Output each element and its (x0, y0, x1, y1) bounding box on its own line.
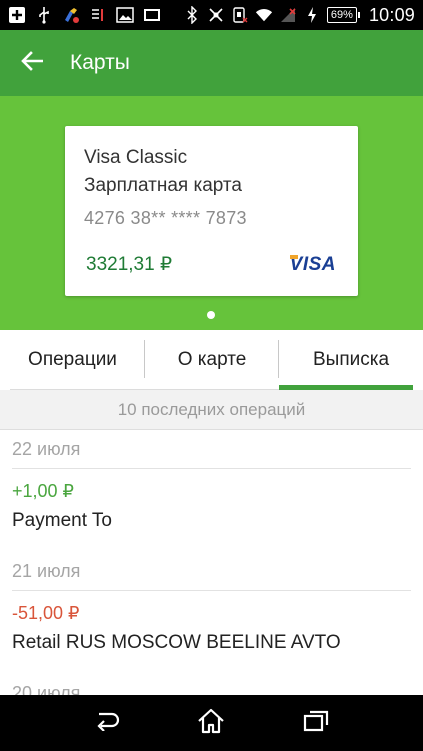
list-item[interactable]: -51,00 ₽ Retail RUS MOSCOW BEELINE AVTO (0, 591, 423, 674)
tab-statement[interactable]: Выписка (279, 330, 423, 390)
page-indicator-dot (207, 311, 215, 319)
card-number: 4276 38** **** 7873 (84, 208, 247, 228)
usb-icon (35, 6, 53, 24)
bluetooth-icon (183, 6, 201, 24)
nfc-icon (231, 6, 249, 24)
tab-operations[interactable]: Операции (0, 330, 145, 390)
tab-about-card[interactable]: О карте (145, 330, 279, 390)
charging-icon (303, 6, 321, 24)
tab-label: Выписка (312, 349, 390, 370)
tab-label: Операции (28, 349, 117, 370)
recent-apps-button[interactable] (291, 698, 341, 748)
screen-icon (143, 6, 161, 24)
arrow-left-icon (21, 50, 44, 76)
signal-off-icon (279, 6, 297, 24)
tab-bar: Операции О карте Выписка (0, 330, 423, 390)
visa-logo: VISA (289, 253, 336, 275)
date-header: 20 июля (12, 674, 411, 696)
battery-indicator: 69% (326, 7, 360, 23)
status-bar: 69% 10:09 (0, 0, 423, 30)
app-bar: Карты (0, 30, 423, 96)
back-button[interactable] (0, 30, 64, 96)
plus-notification-icon (8, 6, 26, 24)
clock: 10:09 (368, 4, 415, 25)
bank-card[interactable]: Visa Classic Зарплатная карта 4276 38** … (65, 126, 358, 296)
statement-subheader: 10 последних операций (0, 390, 423, 430)
operation-amount: +1,00 ₽ (12, 481, 74, 501)
vibrate-off-icon (207, 6, 225, 24)
back-nav-button[interactable] (82, 698, 132, 748)
card-type: Visa Classic (84, 147, 188, 168)
tab-label: О карте (177, 349, 247, 370)
home-nav-button[interactable] (186, 698, 236, 748)
navigation-bar (0, 695, 423, 751)
date-header: 22 июля (12, 430, 411, 469)
page-title: Карты (70, 51, 130, 74)
back-arrow-icon (93, 711, 121, 736)
data-saver-icon (89, 6, 107, 24)
operation-amount: -51,00 ₽ (12, 603, 80, 623)
card-balance: 3321,31 ₽ (86, 254, 173, 275)
operation-description: Payment To (12, 510, 112, 531)
date-header: 21 июля (12, 552, 411, 591)
list-item[interactable]: +1,00 ₽ Payment To (0, 469, 423, 552)
operations-list[interactable]: 22 июля +1,00 ₽ Payment To 21 июля -51,0… (0, 430, 423, 695)
wifi-icon (255, 6, 273, 24)
gallery-icon (116, 6, 134, 24)
operation-description: Retail RUS MOSCOW BEELINE AVTO (12, 632, 341, 653)
cleaner-app-icon (62, 6, 80, 24)
recent-apps-icon (303, 709, 329, 738)
home-icon (196, 708, 226, 739)
card-carousel[interactable]: Visa Classic Зарплатная карта 4276 38** … (0, 96, 423, 330)
card-name: Зарплатная карта (84, 175, 242, 196)
